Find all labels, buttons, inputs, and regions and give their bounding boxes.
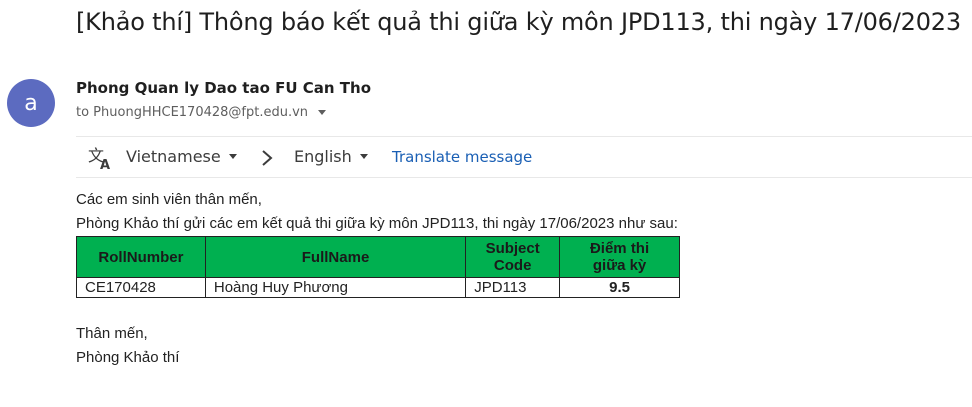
email-subject: [Khảo thí] Thông báo kết quả thi giữa kỳ… xyxy=(76,8,961,36)
chevron-right-icon xyxy=(262,150,273,166)
recipient-text: to PhuongHHCE170428@fpt.edu.vn xyxy=(76,105,309,120)
table-header: RollNumber xyxy=(76,236,206,278)
subject-code-cell: JPD113 xyxy=(465,277,561,298)
table-header: Subject Code xyxy=(465,236,561,278)
source-language-label: Vietnamese xyxy=(126,147,221,166)
translate-message-link[interactable]: Translate message xyxy=(392,148,532,166)
recipient-details-dropdown-icon[interactable] xyxy=(318,110,327,115)
table-header: Điểm thi giữa kỳ xyxy=(559,236,680,278)
sender-name[interactable]: Phong Quan ly Dao tao FU Can Tho xyxy=(76,79,371,97)
table-row: CE170428 Hoàng Huy Phương JPD113 9.5 xyxy=(76,277,680,298)
svg-text:A: A xyxy=(100,158,110,170)
signature-text: Phòng Khảo thí xyxy=(76,349,180,366)
score-cell: 9.5 xyxy=(559,277,680,298)
table-header-row: RollNumber FullName Subject Code Điểm th… xyxy=(76,236,680,278)
chevron-down-icon xyxy=(228,154,237,159)
target-language-select[interactable]: English xyxy=(294,147,368,166)
greeting-text: Các em sinh viên thân mến, xyxy=(76,191,262,208)
chevron-down-icon xyxy=(359,154,368,159)
target-language-label: English xyxy=(294,147,352,166)
sender-avatar[interactable]: a xyxy=(7,79,55,127)
intro-text: Phòng Khảo thí gửi các em kết quả thi gi… xyxy=(76,215,678,232)
recipient-line[interactable]: to PhuongHHCE170428@fpt.edu.vn xyxy=(76,105,327,120)
source-language-select[interactable]: Vietnamese xyxy=(126,147,237,166)
results-table: RollNumber FullName Subject Code Điểm th… xyxy=(76,236,680,298)
full-name-cell: Hoàng Huy Phương xyxy=(204,277,467,298)
table-header: FullName xyxy=(204,236,467,278)
roll-number-cell: CE170428 xyxy=(76,277,206,298)
closing-text: Thân mến, xyxy=(76,325,148,342)
translate-icon: 文 A xyxy=(88,146,110,170)
translate-bar: 文 A Vietnamese English Translate message xyxy=(76,136,972,178)
